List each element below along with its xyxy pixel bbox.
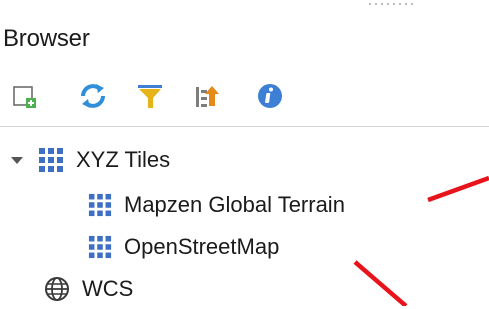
add-layer-button[interactable]: [10, 78, 44, 114]
panel-drag-handle[interactable]: [367, 2, 413, 6]
tree-item-mapzen-global-terrain[interactable]: Mapzen Global Terrain: [88, 185, 345, 225]
annotation-arrow-line: [353, 260, 408, 306]
annotation-arrow-line: [427, 175, 489, 203]
collapse-all-icon: [196, 86, 219, 107]
tree-item-label: WCS: [82, 276, 134, 301]
tree-item-label: XYZ Tiles: [76, 147, 171, 172]
xyz-layer-icon: [88, 193, 112, 217]
tree-item-wcs[interactable]: WCS: [44, 269, 133, 309]
collapse-all-button[interactable]: [190, 78, 224, 114]
tree-item-openstreetmap[interactable]: OpenStreetMap: [88, 227, 279, 267]
globe-icon: [45, 277, 69, 301]
xyz-tiles-icon: [39, 148, 63, 172]
panel-title: Browser: [3, 25, 90, 52]
tree-item-label: OpenStreetMap: [124, 234, 280, 259]
info-icon: [258, 84, 282, 108]
filter-icon: [138, 85, 162, 108]
info-button[interactable]: [254, 78, 288, 114]
filter-button[interactable]: [134, 78, 168, 114]
refresh-icon: [81, 84, 105, 108]
add-layer-icon: [13, 86, 36, 108]
tree-item-label: Mapzen Global Terrain: [124, 192, 345, 217]
xyz-layer-icon: [88, 235, 112, 259]
refresh-button[interactable]: [76, 78, 110, 114]
expand-caret-icon[interactable]: [10, 153, 24, 167]
tree-item-xyz-tiles[interactable]: XYZ Tiles: [10, 140, 170, 180]
toolbar-divider: [0, 126, 489, 127]
